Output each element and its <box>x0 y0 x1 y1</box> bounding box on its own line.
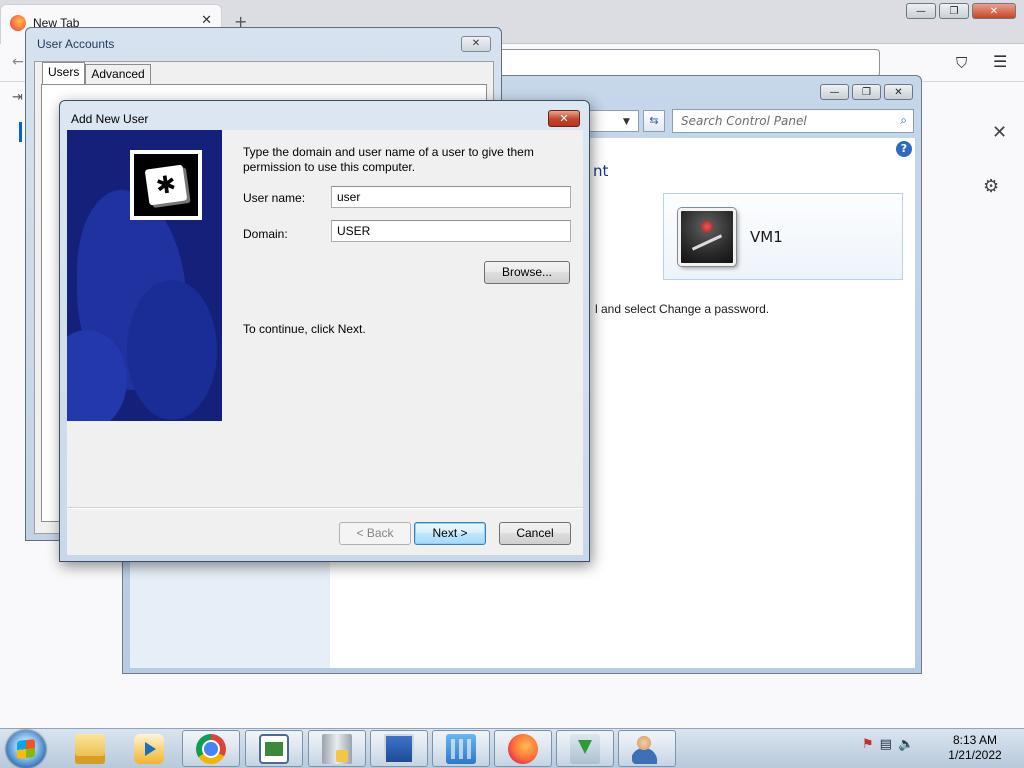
taskbar-item-explorer[interactable] <box>61 730 119 767</box>
infobar-close-icon[interactable]: ✕ <box>992 122 1007 143</box>
cancel-button[interactable]: Cancel <box>499 522 571 545</box>
chevron-down-icon: ▼ <box>623 117 630 127</box>
refresh-icon: ⇆ <box>649 114 659 127</box>
taskbar-item-server-manager[interactable] <box>308 730 366 767</box>
add-new-user-dialog: Add New User ✕ ✱ Type the domain and use… <box>59 100 590 562</box>
key-logo-frame: ✱ <box>134 154 198 216</box>
username-field[interactable]: user <box>331 186 571 208</box>
taskbar-item-control-panel[interactable] <box>432 730 490 767</box>
taskbar-item-user-accounts[interactable] <box>618 730 676 767</box>
taskbar-item-downloads[interactable] <box>556 730 614 767</box>
back-button[interactable]: < Back <box>339 522 411 545</box>
firefox-icon <box>10 15 26 31</box>
browser-window-controls: — ❐ ✕ <box>906 3 1016 19</box>
server-icon <box>322 733 352 764</box>
taskbar: ⚑ ▤ 🔈 8:13 AM 1/21/2022 <box>0 728 1024 768</box>
url-bar[interactable] <box>490 49 880 77</box>
search-icon[interactable]: ⌕ <box>900 113 907 128</box>
address-dropdown[interactable]: ▼ <box>589 110 639 132</box>
help-icon[interactable]: ? <box>896 141 912 157</box>
window-title: User Accounts <box>37 37 115 51</box>
dialog-title: Add New User <box>71 112 149 126</box>
next-button[interactable]: Next > <box>414 522 486 545</box>
continue-text: To continue, click Next. <box>243 322 366 336</box>
taskbar-item-remote-desktop[interactable] <box>370 730 428 767</box>
system-tray: ⚑ ▤ 🔈 <box>862 737 914 752</box>
domain-label: Domain: <box>243 227 288 241</box>
menu-icon[interactable]: ☰ <box>993 52 1007 71</box>
close-button[interactable]: ✕ <box>884 84 913 100</box>
search-input[interactable]: Search Control Panel ⌕ <box>672 109 914 133</box>
control-panel-icon <box>446 733 476 764</box>
users-icon <box>632 733 662 764</box>
gear-icon[interactable]: ⚙ <box>983 176 999 197</box>
banner-shape <box>127 280 217 420</box>
intro-text: Type the domain and user name of a user … <box>243 145 534 174</box>
restore-button[interactable]: ❐ <box>939 3 969 19</box>
window-icon <box>259 733 289 764</box>
user-tile[interactable]: VM1 <box>663 193 903 280</box>
taskbar-item-media-player[interactable] <box>120 730 178 767</box>
tab-strip: Users Advanced <box>42 62 151 84</box>
media-player-icon <box>134 733 164 764</box>
sidebar-toggle-icon[interactable]: ⇥ <box>12 90 23 105</box>
control-panel-window-controls: — ❐ ✕ <box>820 84 913 100</box>
close-button[interactable]: ✕ <box>548 110 580 127</box>
clock[interactable]: 8:13 AM 1/21/2022 <box>940 733 1010 763</box>
download-icon <box>570 733 600 764</box>
divider <box>67 507 583 509</box>
taskbar-item-firefox[interactable] <box>494 730 552 767</box>
search-placeholder: Search Control Panel <box>681 114 807 128</box>
key-icon: ✱ <box>144 164 188 206</box>
pocket-icon[interactable]: ⛉ <box>956 54 967 72</box>
taskbar-item-window-app[interactable] <box>245 730 303 767</box>
clock-time: 8:13 AM <box>952 733 998 747</box>
user-tile-name: VM1 <box>750 228 783 246</box>
restore-button[interactable]: ❐ <box>852 84 881 100</box>
wizard-banner: ✱ <box>67 130 222 421</box>
firefox-icon <box>508 733 538 764</box>
monitor-icon <box>384 733 414 764</box>
minimize-button[interactable]: — <box>820 84 849 100</box>
folder-icon <box>75 733 105 764</box>
action-center-flag-icon[interactable]: ⚑ <box>862 737 874 752</box>
close-button[interactable]: ✕ <box>461 36 491 52</box>
refresh-button[interactable]: ⇆ <box>643 110 665 132</box>
left-pane <box>130 558 330 668</box>
tab-close-icon[interactable]: ✕ <box>201 13 212 28</box>
back-arrow-icon[interactable]: ← <box>12 54 24 70</box>
tab-users[interactable]: Users <box>42 62 86 84</box>
key-logo-icon: ✱ <box>130 150 202 220</box>
tab-advanced[interactable]: Advanced <box>85 64 151 84</box>
avatar <box>678 208 736 266</box>
volume-icon[interactable]: 🔈 <box>898 737 914 752</box>
dialog-client: ✱ Type the domain and user name of a use… <box>67 130 583 555</box>
start-button[interactable] <box>6 730 46 768</box>
username-label: User name: <box>243 191 306 205</box>
clock-date: 1/21/2022 <box>948 748 1002 762</box>
page-title: nt <box>593 162 609 180</box>
browse-button[interactable]: Browse... <box>484 261 570 284</box>
domain-field[interactable]: USER <box>331 220 571 242</box>
minimize-button[interactable]: — <box>906 3 936 19</box>
taskbar-item-chrome[interactable] <box>182 730 240 767</box>
close-button[interactable]: ✕ <box>972 3 1016 19</box>
network-icon[interactable]: ▤ <box>880 737 892 752</box>
chrome-icon <box>196 733 226 764</box>
password-hint: l and select Change a password. <box>595 302 770 316</box>
